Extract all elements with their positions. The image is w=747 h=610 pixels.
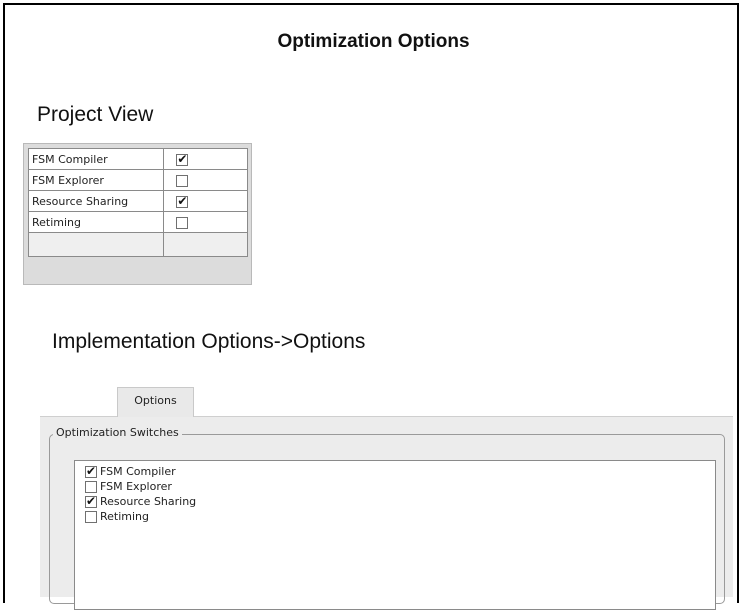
table-row: Resource Sharing bbox=[27, 190, 248, 212]
switches-listbox: FSM Compiler FSM Explorer Resource Shari… bbox=[74, 460, 716, 610]
switch-label: Retiming bbox=[100, 510, 150, 523]
implementation-heading: Implementation Options->Options bbox=[52, 330, 366, 353]
list-item[interactable]: FSM Compiler bbox=[85, 464, 176, 479]
options-panel: Optimization Switches FSM Compiler FSM E… bbox=[40, 416, 733, 610]
switch-label: Resource Sharing bbox=[100, 495, 197, 508]
project-view-panel: FSM Compiler FSM Explorer Resource Shari… bbox=[23, 143, 252, 285]
fsm-compiler-checkbox[interactable] bbox=[176, 152, 189, 166]
table-row: FSM Explorer bbox=[27, 169, 248, 191]
resource-sharing-switch-checkbox[interactable] bbox=[85, 494, 97, 508]
option-name: Retiming bbox=[27, 211, 165, 233]
retiming-switch-checkbox[interactable] bbox=[85, 511, 97, 523]
list-item[interactable]: Resource Sharing bbox=[85, 494, 197, 509]
table-row: FSM Compiler bbox=[27, 148, 248, 170]
list-item[interactable]: FSM Explorer bbox=[85, 480, 172, 494]
retiming-checkbox[interactable] bbox=[176, 216, 189, 229]
option-name: Resource Sharing bbox=[27, 190, 165, 212]
group-label: Optimization Switches bbox=[53, 426, 182, 439]
option-name: FSM Compiler bbox=[27, 148, 165, 170]
switch-label: FSM Compiler bbox=[100, 465, 176, 478]
fsm-compiler-switch-checkbox[interactable] bbox=[85, 464, 97, 478]
project-view-table: FSM Compiler FSM Explorer Resource Shari… bbox=[27, 148, 248, 257]
resource-sharing-checkbox[interactable] bbox=[176, 194, 189, 208]
fsm-explorer-checkbox[interactable] bbox=[176, 174, 189, 187]
switch-label: FSM Explorer bbox=[100, 480, 172, 493]
optimization-switches-group: Optimization Switches FSM Compiler FSM E… bbox=[49, 426, 725, 610]
tab-options[interactable]: Options bbox=[117, 387, 194, 417]
list-item[interactable]: Retiming bbox=[85, 510, 149, 524]
table-row: Retiming bbox=[27, 211, 248, 233]
option-name: FSM Explorer bbox=[27, 169, 165, 191]
fsm-explorer-switch-checkbox[interactable] bbox=[85, 481, 97, 493]
project-view-heading: Project View bbox=[37, 103, 154, 126]
empty-row bbox=[27, 232, 248, 257]
page-title: Optimization Options bbox=[277, 31, 470, 52]
